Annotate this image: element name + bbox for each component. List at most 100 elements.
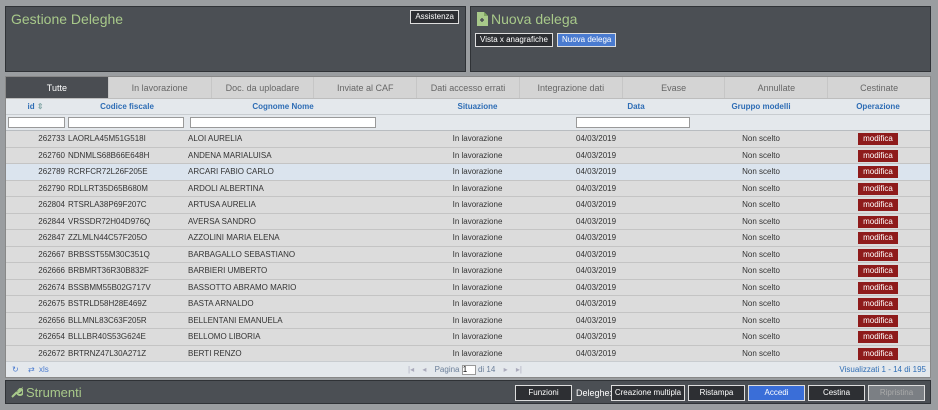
nuova-delega-title: Nuova delega xyxy=(491,11,578,27)
cell-codice-fiscale: BLLMNL83C63F205R xyxy=(68,315,147,325)
modifica-button[interactable]: modifica xyxy=(858,347,898,360)
tab-tutte[interactable]: Tutte xyxy=(6,77,109,98)
cell-codice-fiscale: RDLLRT35D65B680M xyxy=(68,183,148,193)
ripristina-button[interactable]: Ripristina xyxy=(868,385,925,401)
cell-situazione: In lavorazione xyxy=(452,266,503,275)
accedi-button[interactable]: Accedi xyxy=(748,385,805,401)
xls-export-link[interactable]: xls xyxy=(39,362,49,378)
cell-id: 262789 xyxy=(38,167,65,176)
page-total-label: di 14 xyxy=(477,365,496,374)
modifica-button[interactable]: modifica xyxy=(858,331,898,343)
refresh-icon[interactable]: ↻ xyxy=(12,362,19,378)
modifica-button[interactable]: modifica xyxy=(858,265,898,277)
cell-situazione: In lavorazione xyxy=(452,348,503,358)
table-row[interactable]: 262667 BRBSST55M30C351Q BARBAGALLO SEBASTI… xyxy=(6,246,930,263)
tab-doc-da-uploadare[interactable]: Doc. da uploadare xyxy=(212,77,315,98)
cell-id: 262666 xyxy=(38,266,65,275)
modifica-button[interactable]: modifica xyxy=(858,281,898,294)
cell-id: 262667 xyxy=(38,249,65,259)
next-page-icon[interactable]: ▸ xyxy=(504,365,508,374)
cell-situazione: In lavorazione xyxy=(452,299,503,308)
tab-annullate[interactable]: Annullate xyxy=(725,77,829,98)
tab-evase[interactable]: Evase xyxy=(623,77,726,98)
modifica-button[interactable]: modifica xyxy=(858,248,898,261)
page-number-input[interactable] xyxy=(461,364,476,375)
cell-id: 262654 xyxy=(38,332,65,341)
cell-codice-fiscale: BRBMRT36R30B832F xyxy=(68,266,149,275)
cell-cognome-nome: AZZOLINI MARIA ELENA xyxy=(188,233,280,242)
table-row[interactable]: 262675 BSTRLD58H28E469Z BASTA ARNALDO In la… xyxy=(6,296,930,313)
table-row[interactable]: 262674 BSSBMM55B02G717V BASSOTTO ABRAMO MA… xyxy=(6,279,930,296)
column-header-cognome-nome[interactable]: Cognome Nome xyxy=(188,99,378,115)
filter-cognome-nome-input[interactable] xyxy=(190,117,376,128)
cell-codice-fiscale: BLLLBR40S53G624E xyxy=(68,332,146,341)
last-page-icon[interactable]: ▸| xyxy=(516,365,522,374)
column-header-situazione[interactable]: Situazione xyxy=(380,99,575,115)
ristampa-button[interactable]: Ristampa xyxy=(688,385,745,401)
table-row[interactable]: 262847 ZZLMLN44C57F205O AZZOLINI MARIA ELE… xyxy=(6,230,930,247)
cell-situazione: In lavorazione xyxy=(452,216,503,226)
cell-gruppo-modelli: Non scelto xyxy=(742,348,780,358)
cell-situazione: In lavorazione xyxy=(452,315,503,325)
deleghe-grid: Tutte In lavorazione Doc. da uploadare I… xyxy=(5,76,931,378)
tab-integrazione-dati[interactable]: Integrazione dati xyxy=(520,77,623,98)
cell-cognome-nome: BERTI RENZO xyxy=(188,348,242,358)
first-page-icon[interactable]: |◂ xyxy=(408,365,414,374)
modifica-button[interactable]: modifica xyxy=(858,182,898,195)
tab-in-lavorazione[interactable]: In lavorazione xyxy=(109,77,212,98)
assistenza-button[interactable]: Assistenza xyxy=(410,10,459,24)
modifica-button[interactable]: modifica xyxy=(858,314,898,327)
prev-page-icon[interactable]: ◂ xyxy=(422,365,426,374)
column-header-gruppo-modelli[interactable]: Gruppo modelli xyxy=(696,99,826,115)
nuova-delega-button[interactable]: Nuova delega xyxy=(557,33,617,47)
cell-gruppo-modelli: Non scelto xyxy=(742,183,780,193)
cell-situazione: In lavorazione xyxy=(452,249,503,259)
cell-gruppo-modelli: Non scelto xyxy=(742,299,780,308)
modifica-button[interactable]: modifica xyxy=(858,298,898,310)
column-header-codice-fiscale[interactable]: Codice fiscale xyxy=(68,99,186,115)
modifica-button[interactable]: modifica xyxy=(858,133,898,145)
modifica-button[interactable]: modifica xyxy=(858,199,898,211)
wrench-icon xyxy=(11,386,23,398)
modifica-button[interactable]: modifica xyxy=(858,232,898,244)
table-row[interactable]: 262733 LAORLA45M51G518I ALOI AURELIA In lav… xyxy=(6,131,930,148)
table-body: 262733 LAORLA45M51G518I ALOI AURELIA In lav… xyxy=(6,131,930,362)
modifica-button[interactable]: modifica xyxy=(858,149,898,162)
column-header-id[interactable]: id ⇕ xyxy=(6,99,65,115)
table-row[interactable]: 262672 BRTRNZ47L30A271Z BERTI RENZO In lavo… xyxy=(6,345,930,362)
tab-dati-accesso-errati[interactable]: Dati accesso errati xyxy=(417,77,520,98)
deleghe-label: Deleghe: xyxy=(576,388,613,398)
cell-id: 262847 xyxy=(38,233,65,242)
table-row[interactable]: 262789 RCRFCR72L26F205E ARCARI FABIO CARLO… xyxy=(6,164,930,181)
records-count: Visualizzati 1 - 14 di 195 xyxy=(839,365,926,374)
column-header-operazione: Operazione xyxy=(856,102,900,111)
filter-id-input[interactable] xyxy=(8,117,65,128)
modifica-button[interactable]: modifica xyxy=(858,215,898,228)
table-row[interactable]: 262804 RTSRLA38P69F207C ARTUSA AURELIA In l… xyxy=(6,197,930,214)
column-header-data[interactable]: Data xyxy=(576,99,696,115)
cell-cognome-nome: BASSOTTO ABRAMO MARIO xyxy=(188,282,297,292)
funzioni-button[interactable]: Funzioni xyxy=(515,385,572,401)
cell-data: 04/03/2019 xyxy=(576,266,617,275)
table-row[interactable]: 262666 BRBMRT36R30B832F BARBIERI UMBERTO In… xyxy=(6,263,930,280)
table-row[interactable]: 262656 BLLMNL83C63F205R BELLENTANI EMANUEL… xyxy=(6,312,930,329)
creazione-multipla-button[interactable]: Creazione multipla xyxy=(611,385,685,401)
tab-inviate-caf[interactable]: Inviate al CAF xyxy=(314,77,418,98)
cestina-button[interactable]: Cestina xyxy=(808,385,865,401)
table-row[interactable]: 262654 BLLLBR40S53G624E BELLOMO LIBORIA In … xyxy=(6,329,930,346)
tab-cestinate[interactable]: Cestinate xyxy=(828,77,930,98)
vista-anagrafiche-button[interactable]: Vista x anagrafiche xyxy=(475,33,553,47)
cell-data: 04/03/2019 xyxy=(576,167,617,176)
gestione-deleghe-panel: Gestione Deleghe Assistenza xyxy=(5,6,466,72)
table-row[interactable]: 262760 NDNMLS68B66E648H ANDENA MARIALUISA I… xyxy=(6,147,930,164)
table-row[interactable]: 262790 RDLLRT35D65B680M ARDOLI ALBERTINA In… xyxy=(6,180,930,197)
export-icon[interactable]: ⇄ xyxy=(28,362,35,378)
cell-gruppo-modelli: Non scelto xyxy=(742,315,780,325)
modifica-button[interactable]: modifica xyxy=(858,166,898,178)
column-header-row: id ⇕ Codice fiscale Cognome Nome Situazi… xyxy=(6,99,930,115)
filter-row xyxy=(6,115,930,131)
filter-data-input[interactable] xyxy=(576,117,690,128)
filter-codice-fiscale-input[interactable] xyxy=(68,117,184,128)
table-row[interactable]: 262844 VRSSDR72H04D976Q AVERSA SANDRO In la… xyxy=(6,213,930,230)
grid-footer: ↻ ⇄ xls |◂ ◂ Pagina di 14 ▸ ▸| Visualizz… xyxy=(6,361,930,377)
